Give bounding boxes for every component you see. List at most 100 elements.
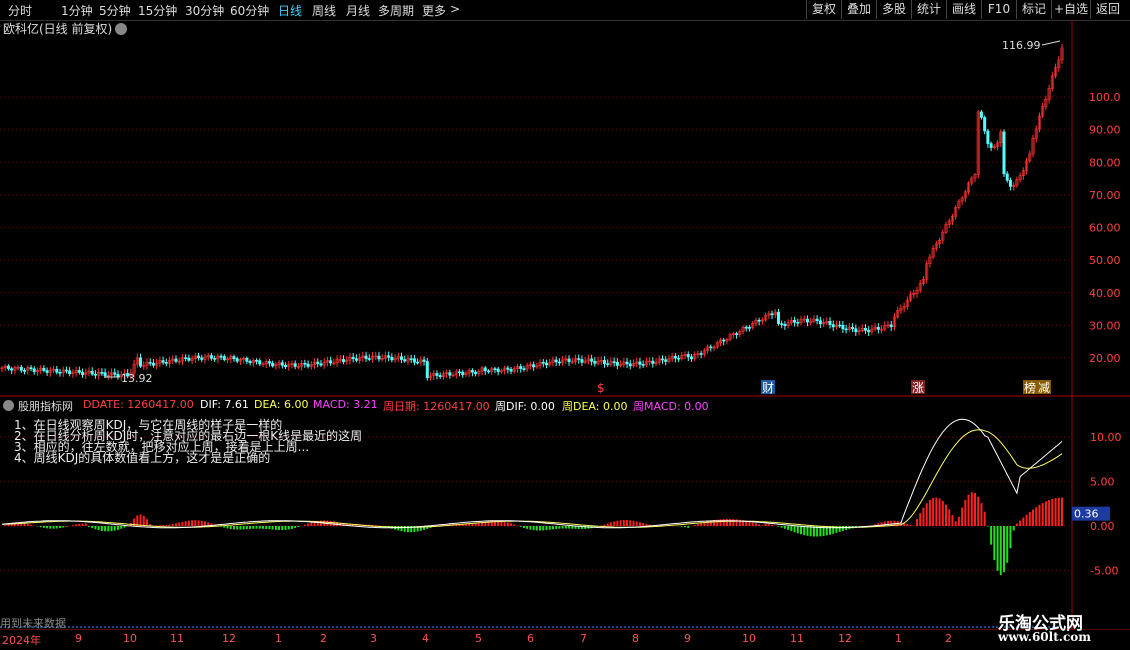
period-tab-monthly[interactable]: 月线 [346,2,370,19]
period-tab-weekly[interactable]: 周线 [312,2,336,19]
candle-body [58,372,62,374]
candle-body [200,357,204,360]
candle-body [435,373,439,376]
candle-body [557,361,561,364]
period-tab-multi[interactable]: 多周期 [378,2,414,19]
multi-stock-button[interactable]: 多股 [876,0,911,19]
candle-body [793,320,797,323]
candle-body [213,358,217,360]
candle-body [438,375,442,378]
candle-body [876,326,880,330]
candle-body [219,355,223,358]
draw-line-button[interactable]: 画线 [946,0,981,19]
candle-body [354,358,358,361]
candle-body [677,357,681,360]
more-chevron-icon[interactable]: > [450,2,460,16]
candle-body [783,324,787,327]
candle-body [448,372,452,376]
week-macd-value: 周MACD: 0.00 [633,400,709,413]
f10-button[interactable]: F10 [981,0,1016,19]
candle-body [867,330,871,333]
candle-body [293,363,297,367]
statistics-button[interactable]: 统计 [911,0,946,19]
candle-body [364,355,368,359]
adjust-button[interactable]: 复权 [806,0,841,19]
candle-body [519,366,523,369]
candle-body [986,130,990,144]
time-axis-month: 6 [527,632,534,645]
period-tab-more[interactable]: 更多 [422,2,446,19]
candle-body [844,328,848,331]
candle-body [267,361,271,364]
indicator-dropdown-icon[interactable] [3,400,14,411]
indicator-name[interactable]: 股朋指标网 [18,398,73,414]
toolbar: 分时 1分钟 5分钟 15分钟 30分钟 60分钟 日线 周线 月线 多周期 更… [0,0,1130,21]
candle-body [425,361,429,379]
candle-body [815,318,819,322]
candle-body [416,361,420,364]
time-axis-month: 1 [895,632,902,645]
candle-body [113,372,117,375]
candle-body [387,355,391,358]
back-button[interactable]: 返回 [1090,0,1125,19]
future-data-note: 用到未来数据 [0,617,66,630]
candle-body [651,360,655,364]
candle-body [602,360,606,364]
dropdown-icon[interactable] [115,23,127,35]
period-tab-1min[interactable]: 1分钟 [61,2,93,19]
period-tab-daily[interactable]: 日线 [278,2,302,19]
time-axis-month: 10 [742,632,756,645]
candle-body [851,327,855,330]
time-axis-month: 12 [222,632,236,645]
time-axis-month: 4 [422,632,429,645]
candle-body [506,367,510,370]
candle-body [722,339,726,342]
candle-body [103,372,107,377]
price-tick-label: 100.0 [1089,91,1121,104]
period-tab-15min[interactable]: 15分钟 [138,2,177,19]
candle-body [280,362,284,366]
candle-body [470,370,474,373]
candle-body [422,359,426,362]
price-tick-label: 20.00 [1089,352,1121,365]
candle-body [744,326,748,329]
period-tab-timeshare[interactable]: 分时 [8,2,32,19]
candle-body [316,361,320,365]
time-axis-month: 5 [475,632,482,645]
candle-body [805,318,809,323]
candle-body [660,358,664,361]
price-tick-label: 90.00 [1089,124,1121,137]
candle-body [567,358,571,363]
indicator-tick-label: 10.00 [1090,431,1122,444]
candle-body [403,359,407,362]
candle-body [854,328,858,333]
candle-body [329,360,333,364]
candle-body [493,368,497,371]
candle-body [412,358,416,363]
candle-body [686,354,690,358]
event-marker: $ [597,381,605,395]
candle-body [148,362,152,364]
strategy-notes: 1、在日线观察周KDJ，与它在周线的样子是一样的 2、在日线分析周KDJ时，注意… [14,419,362,464]
week-date-value: 周日期: 1260417.00 [383,400,490,413]
chart-area[interactable]: 100.0 90.00 80.00 70.00 60.00 50.00 40.00 30.00… [0,20,1130,630]
candle-body [532,364,536,368]
time-axis-month: 1 [275,632,282,645]
price-tick-label: 60.00 [1089,222,1121,235]
mark-button[interactable]: 标记 [1016,0,1051,19]
indicator-tick-label: 5.00 [1090,476,1115,489]
watermark-url: www.60lt.com [998,630,1091,644]
time-axis-year: 2024年 [2,634,41,647]
period-tab-30min[interactable]: 30分钟 [185,2,224,19]
low-price-label: 13.92 [121,372,153,385]
indicator-tick-label: 0.00 [1090,520,1115,533]
period-tab-5min[interactable]: 5分钟 [99,2,131,19]
candle-body [81,372,85,375]
candle-body [580,359,584,363]
add-watchlist-button[interactable]: +自选 [1051,0,1090,19]
candle-body [863,328,867,331]
overlay-button[interactable]: 叠加 [841,0,876,19]
candle-body [232,356,236,359]
candle-body [889,324,893,328]
period-tab-60min[interactable]: 60分钟 [230,2,269,19]
